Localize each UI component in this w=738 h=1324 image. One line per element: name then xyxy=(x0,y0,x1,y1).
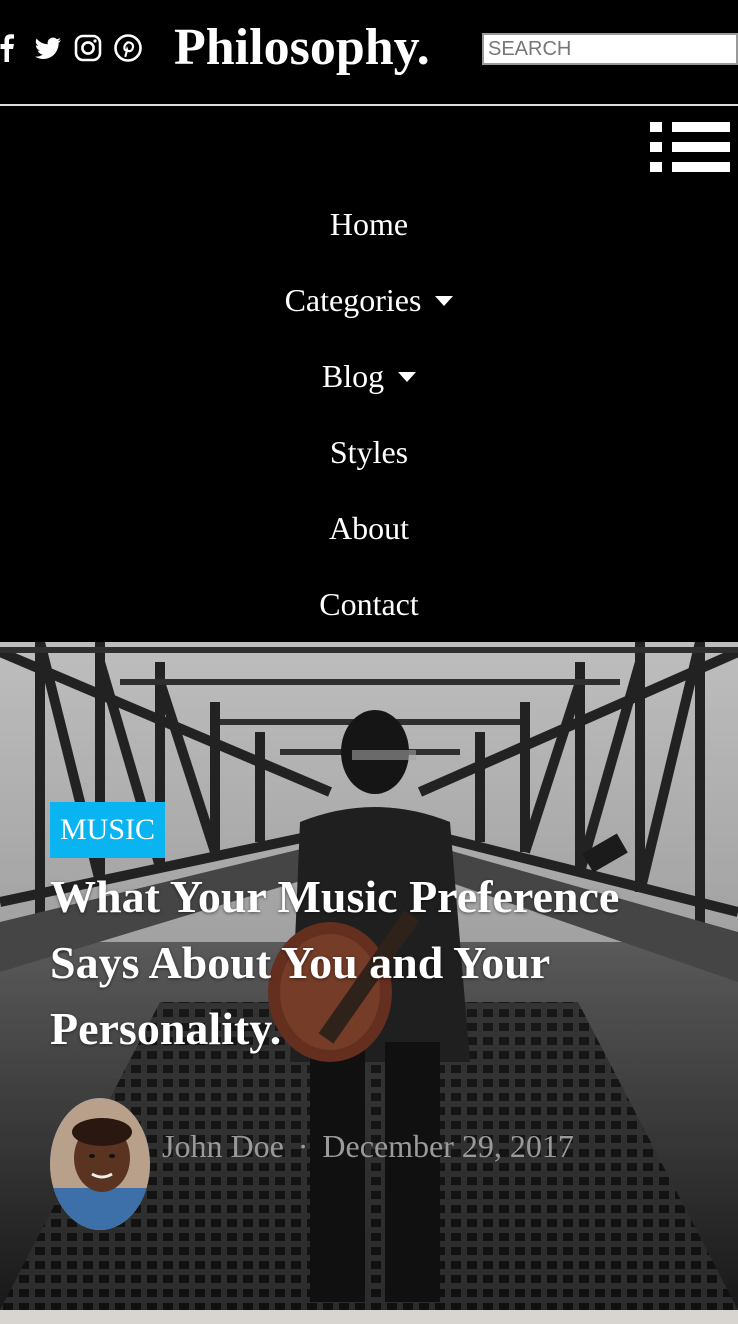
caret-down-icon xyxy=(398,372,417,382)
site-logo[interactable]: Philosophy. xyxy=(174,18,430,78)
nav-item-blog[interactable]: Blog xyxy=(0,338,738,414)
instagram-icon[interactable] xyxy=(74,34,102,62)
nav-item-label: Contact xyxy=(319,585,419,622)
author-avatar[interactable] xyxy=(50,1098,150,1230)
facebook-icon[interactable] xyxy=(0,34,22,62)
nav-item-contact[interactable]: Contact xyxy=(0,566,738,642)
caret-down-icon xyxy=(435,296,454,306)
search-input[interactable] xyxy=(482,33,738,65)
header-divider xyxy=(0,104,738,106)
nav-item-label: Categories xyxy=(284,281,422,318)
twitter-icon[interactable] xyxy=(34,34,62,62)
author-name[interactable]: John Doe xyxy=(162,1128,284,1165)
post-meta: John Doe · December 29, 2017 xyxy=(162,1128,574,1165)
nav-item-label: Styles xyxy=(329,433,409,470)
meta-separator: · xyxy=(297,1128,309,1164)
featured-post[interactable]: MUSIC What Your Music Preference Says Ab… xyxy=(0,642,738,1310)
post-title[interactable]: What Your Music Preference Says About Yo… xyxy=(50,864,690,1062)
site-header: Philosophy. xyxy=(0,0,738,104)
nav-item-home[interactable]: Home xyxy=(0,186,738,262)
social-links xyxy=(0,30,142,66)
nav-item-label: Blog xyxy=(321,357,385,394)
nav-item-styles[interactable]: Styles xyxy=(0,414,738,490)
category-badge[interactable]: MUSIC xyxy=(50,802,166,858)
next-post-preview[interactable] xyxy=(0,1310,738,1324)
post-date: December 29, 2017 xyxy=(322,1128,574,1164)
nav-item-label: About xyxy=(329,509,409,546)
nav-item-about[interactable]: About xyxy=(0,490,738,566)
main-nav: Home Categories Blog Styles About Contac… xyxy=(0,186,738,642)
nav-item-categories[interactable]: Categories xyxy=(0,262,738,338)
pinterest-icon[interactable] xyxy=(114,34,142,62)
nav-item-label: Home xyxy=(329,205,409,242)
menu-toggle-icon[interactable] xyxy=(648,120,732,174)
